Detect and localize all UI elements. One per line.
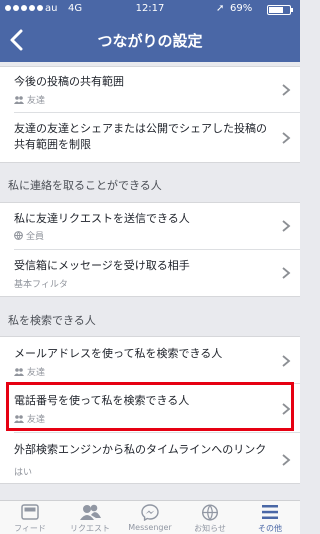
section-header-search: 私を検索できる人	[8, 314, 96, 327]
highlight-box	[6, 382, 294, 431]
status-bar: au 4G 12:17 ➚ 69%	[0, 0, 300, 19]
location-icon: ➚	[216, 3, 225, 14]
menu-icon	[262, 505, 278, 519]
section-header-contact: 私に連絡を取ることができる人	[8, 179, 162, 192]
setting-label: メールアドレスを使って私を検索できる人	[14, 347, 223, 360]
clock: 12:17	[135, 3, 165, 14]
chevron-right-icon	[282, 132, 291, 144]
chevron-right-icon	[282, 220, 291, 232]
setting-value: 全員	[14, 229, 44, 242]
setting-row-email-search[interactable]: メールアドレスを使って私を検索できる人 友達	[0, 337, 300, 383]
friends-icon	[14, 95, 24, 104]
setting-value: 友達	[14, 93, 45, 106]
globe-icon	[201, 504, 219, 521]
tab-label: リクエスト	[70, 524, 110, 533]
chevron-right-icon	[282, 355, 291, 367]
tab-label: Messenger	[128, 523, 172, 532]
setting-row-message-filter[interactable]: 受信箱にメッセージを受け取る相手 基本フィルタ	[0, 250, 300, 297]
requests-icon	[80, 504, 101, 520]
setting-value-text: はい	[14, 468, 33, 478]
page-title: つながりの設定	[97, 32, 203, 50]
tab-label: その他	[258, 524, 282, 533]
tab-more[interactable]: その他	[240, 501, 300, 534]
setting-label: 外部検索エンジンから私のタイムラインへのリンク	[14, 443, 267, 456]
setting-value-text: 友達	[27, 96, 46, 106]
setting-value-text: 基本フィルタ	[14, 280, 68, 290]
setting-value-text: 全員	[26, 232, 45, 242]
settings-group-2: 私に友達リクエストを送信できる人 全員 受信箱にメッセージを受け取る相手 基本フ…	[0, 202, 300, 297]
setting-row-friend-requests[interactable]: 私に友達リクエストを送信できる人 全員	[0, 203, 300, 248]
navigation-bar: つながりの設定	[0, 19, 300, 62]
setting-value: 友達	[14, 365, 45, 378]
setting-value-text: 友達	[27, 368, 46, 378]
setting-value: 基本フィルタ	[14, 277, 68, 290]
chevron-right-icon	[282, 454, 291, 466]
setting-label: 私に友達リクエストを送信できる人	[14, 212, 190, 225]
setting-row-search-engine-link[interactable]: 外部検索エンジンから私のタイムラインへのリンク はい	[0, 433, 300, 485]
setting-row-future-posts[interactable]: 今後の投稿の共有範囲 友達	[0, 67, 300, 112]
header: au 4G 12:17 ➚ 69% つながりの設定	[0, 0, 300, 62]
chevron-right-icon	[282, 267, 291, 279]
setting-label: 今後の投稿の共有範囲	[14, 75, 124, 88]
setting-value: はい	[14, 465, 32, 478]
friends-icon	[14, 367, 24, 376]
setting-label: 受信箱にメッセージを受け取る相手	[14, 259, 190, 272]
feed-icon	[21, 504, 39, 520]
messenger-icon	[141, 504, 159, 521]
globe-icon	[14, 231, 23, 240]
settings-group-1: 今後の投稿の共有範囲 友達 友達の友達とシェアまたは公開でシェアした投稿の共有範…	[0, 66, 300, 163]
tab-bar: フィード リクエスト Messenger お知らせ その他	[0, 500, 300, 534]
setting-row-limit-past-posts[interactable]: 友達の友達とシェアまたは公開でシェアした投稿の共有範囲を制限	[0, 113, 300, 163]
tab-messenger[interactable]: Messenger	[120, 501, 180, 534]
tab-notifications[interactable]: お知らせ	[180, 501, 240, 534]
tab-requests[interactable]: リクエスト	[60, 501, 120, 534]
chevron-right-icon	[282, 84, 291, 96]
tab-feed[interactable]: フィード	[0, 501, 60, 534]
battery-percent: 69%	[230, 3, 253, 14]
battery-icon	[267, 5, 293, 15]
setting-label: 友達の友達とシェアまたは公開でシェアした投稿の共有範囲を制限	[14, 122, 267, 151]
tab-label: お知らせ	[194, 524, 226, 533]
tab-label: フィード	[14, 524, 46, 533]
